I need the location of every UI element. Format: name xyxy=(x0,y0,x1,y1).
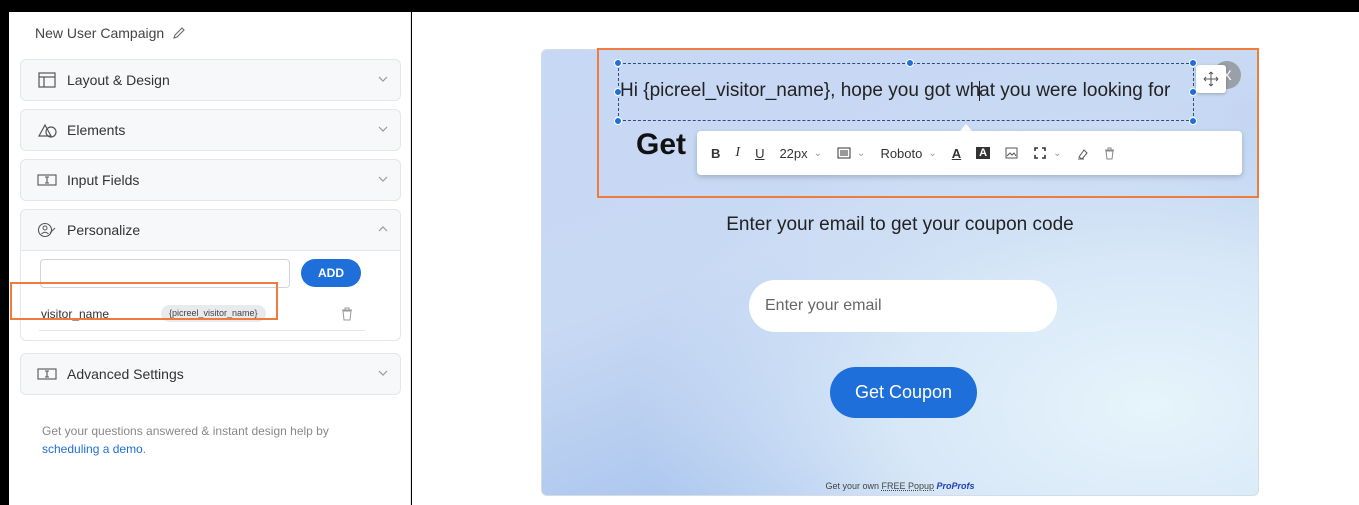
popup-heading[interactable]: Hi {picreel_visitor_name}, hope you got … xyxy=(620,80,1170,102)
campaign-title-text: New User Campaign xyxy=(35,25,165,41)
font-size-select[interactable]: 22px ⌄ xyxy=(779,143,822,163)
input-field-icon xyxy=(37,172,57,188)
panel-label: Advanced Settings xyxy=(67,366,184,382)
layout-icon xyxy=(37,72,57,88)
resize-handle[interactable] xyxy=(906,59,914,67)
help-text-main: Get your questions answered & instant de… xyxy=(42,424,329,438)
highlight-icon: A xyxy=(976,147,991,159)
border-select[interactable]: ⌄ xyxy=(1033,143,1061,163)
chevron-down-icon: ⌄ xyxy=(813,147,823,159)
font-family-select[interactable]: Roboto ⌄ xyxy=(880,143,936,163)
trash-icon[interactable] xyxy=(341,307,353,321)
panel-label: Layout & Design xyxy=(67,72,170,88)
toolbar-pointer xyxy=(960,124,972,131)
panel-label: Input Fields xyxy=(67,172,140,188)
resize-handle[interactable] xyxy=(614,59,622,67)
border-icon xyxy=(1034,147,1046,159)
chevron-down-icon: ⌄ xyxy=(857,147,866,159)
panel-label: Elements xyxy=(67,122,126,138)
resize-handle[interactable] xyxy=(1189,117,1197,125)
font-size-value: 22px xyxy=(779,145,808,161)
italic-button[interactable]: I xyxy=(735,143,740,163)
delete-icon[interactable] xyxy=(1104,143,1115,163)
help-suffix: . xyxy=(142,442,147,456)
panel-layout-design[interactable]: Layout & Design xyxy=(20,59,401,101)
pencil-icon[interactable] xyxy=(172,26,186,40)
chevron-down-icon: ⌄ xyxy=(1053,147,1062,159)
align-icon xyxy=(837,147,851,159)
align-select[interactable]: ⌄ xyxy=(837,143,865,163)
popup-subheading[interactable]: Enter your email to get your coupon code xyxy=(541,214,1259,236)
bold-button[interactable]: B xyxy=(711,143,720,163)
sidebar: New User Campaign Layout & Design Elemen… xyxy=(9,12,411,505)
chevron-down-icon xyxy=(378,370,388,376)
get-coupon-button[interactable]: Get Coupon xyxy=(830,367,977,418)
footer-free: FREE Popup xyxy=(881,481,935,491)
powered-by[interactable]: Get your own FREE Popup ProProfs xyxy=(541,481,1259,491)
font-family-value: Roboto xyxy=(880,145,923,161)
heading-text-part-2: at you were looking for xyxy=(979,80,1171,101)
divider xyxy=(39,330,365,331)
footer-text: Get your own xyxy=(825,481,879,491)
popup-title-partial[interactable]: Get xyxy=(636,128,686,162)
chevron-down-icon xyxy=(378,76,388,82)
underline-button[interactable]: U xyxy=(755,143,764,163)
panel-advanced-settings[interactable]: Advanced Settings xyxy=(20,353,401,395)
help-text: Get your questions answered & instant de… xyxy=(42,422,362,458)
campaign-title[interactable]: New User Campaign xyxy=(35,25,186,41)
variable-highlight xyxy=(10,282,278,320)
settings-field-icon xyxy=(37,366,57,382)
app: New User Campaign Layout & Design Elemen… xyxy=(0,0,1359,505)
panel-personalize[interactable]: Personalize ADD visitor_name {picreel_vi… xyxy=(20,209,401,341)
resize-handle[interactable] xyxy=(614,117,622,125)
text-format-toolbar: B I U 22px ⌄ ⌄ Roboto ⌄ A A ⌄ xyxy=(697,131,1242,175)
chevron-down-icon: ⌄ xyxy=(928,147,937,159)
email-placeholder: Enter your email xyxy=(765,297,882,314)
proprofs-logo: ProProfs xyxy=(936,481,975,491)
email-field[interactable]: Enter your email xyxy=(749,280,1057,332)
chevron-up-icon xyxy=(378,226,388,232)
panel-input-fields[interactable]: Input Fields xyxy=(20,159,401,201)
move-icon[interactable] xyxy=(1196,65,1226,93)
personalize-icon xyxy=(37,222,57,238)
highlight-button[interactable]: A xyxy=(976,143,991,163)
panel-label: Personalize xyxy=(67,222,141,238)
clear-format-icon[interactable] xyxy=(1076,143,1089,163)
heading-text-part-1: Hi {picreel_visitor_name}, hope you got … xyxy=(620,80,981,101)
image-icon[interactable] xyxy=(1005,143,1018,163)
add-button[interactable]: ADD xyxy=(301,259,361,287)
shapes-icon xyxy=(37,122,57,138)
panel-elements[interactable]: Elements xyxy=(20,109,401,151)
schedule-demo-link[interactable]: scheduling a demo xyxy=(42,442,143,456)
chevron-down-icon xyxy=(378,126,388,132)
chevron-down-icon xyxy=(378,176,388,182)
text-color-button[interactable]: A xyxy=(952,143,961,163)
